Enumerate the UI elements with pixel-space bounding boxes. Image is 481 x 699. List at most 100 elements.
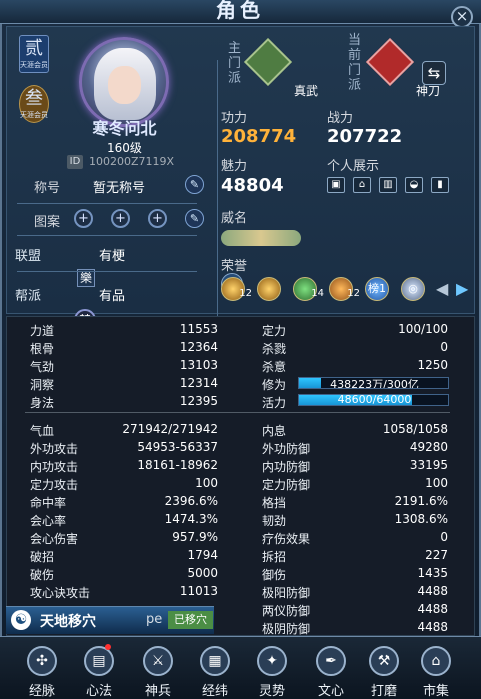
panel-divider [217,60,218,330]
nav-label: 市集 [422,684,449,699]
moved-status-badge[interactable]: 已移穴 [168,611,213,629]
nav-label: 文心 [317,684,344,699]
stat-label: 气血 [30,424,55,438]
stat-value: 49280 [409,440,448,454]
stat-label: 定力防御 [262,478,311,492]
combat-label: 战力 [327,111,354,126]
title-label: 称号 [34,181,61,196]
title-value: 暂无称号 [93,181,146,196]
honor-badge-count: 12 [347,288,360,299]
member-badge-char: 贰 [25,38,43,59]
honor-badge[interactable]: 榜1 [365,277,389,301]
honor-badge[interactable]: 12 [329,277,360,301]
bottom-nav [0,636,481,698]
stat-label: 韧劲 [262,514,287,528]
title-bar: 角色 × [0,0,481,28]
nav-button-0[interactable]: ✣ 经脉 [18,646,66,699]
stat-label: 攻心诀攻击 [30,586,91,600]
stat-label: 破伤 [30,568,55,582]
guild-value[interactable]: 有品 [99,285,125,304]
stat-value: 1308.6% [394,512,448,526]
chevron-right-icon[interactable]: ▶ [456,279,468,298]
member-badge-gold: 叁天涯会员 [19,85,49,123]
nav-label: 心法 [85,684,112,699]
stat-label: 极阳防御 [262,586,311,600]
stat-label: 身法 [30,396,55,410]
window-title: 角色 [216,0,264,22]
honor-badge[interactable]: ◎ [401,277,425,301]
honor-badge[interactable]: 14 [293,277,324,301]
stat-label: 疗伤效果 [262,532,311,546]
nav-button-1[interactable]: ▤ 心法 [75,644,123,699]
notification-dot [105,644,111,650]
stat-value: 100/100 [398,322,448,336]
stat-value: 13103 [179,358,218,372]
skill-name: 天地移穴 [40,614,96,630]
display-card-icon[interactable]: ▣ [327,177,345,193]
add-pattern-icon[interactable]: + [111,209,130,228]
honor-badge-count: 14 [311,288,324,299]
stat-value: 1250 [417,358,448,372]
stat-label: 定力攻击 [30,478,79,492]
nav-button-4[interactable]: ✦ 灵势 [248,646,296,699]
display-mount-icon[interactable]: ◒ [405,177,423,193]
vitality-text: 48600/64000 [337,394,412,406]
stat-value: 11553 [179,322,218,336]
stat-value: 1058/1058 [382,422,448,436]
charm-label: 魅力 [221,159,248,174]
nav-button-7[interactable]: ⌂ 市集 [412,646,460,699]
union-value[interactable]: 有梗 [99,245,125,264]
display-home-icon[interactable]: ⌂ [353,177,371,193]
main-sect-icon [243,37,293,87]
swap-sect-button[interactable]: ⇆ [422,61,446,85]
stats-divider [25,412,450,413]
current-sect-label: 当前门派 [348,33,362,93]
nav-button-2[interactable]: ⚔ 神兵 [134,646,182,699]
stat-label: 外功防御 [262,442,311,456]
stat-value: 227 [425,548,448,562]
stat-label: 会心率 [30,514,67,528]
member-badge: 贰天涯会员 [19,35,49,73]
nav-label: 灵势 [258,684,285,699]
honor-badge[interactable]: 12 [221,277,252,301]
nav-icon: ▤ [84,646,114,676]
add-pattern-icon[interactable]: + [148,209,167,228]
nav-icon: ✣ [27,646,57,676]
close-icon[interactable]: × [451,6,473,28]
player-id: 100200Z7119X [89,155,175,168]
stat-value: 0 [440,340,448,354]
current-sect-icon [365,37,415,87]
fame-badge[interactable] [221,230,301,246]
avatar-face [108,66,141,104]
stat-value: 100 [195,476,218,490]
cultivation-progress: 438223万/300亿 [298,377,449,389]
edit-pattern-icon[interactable]: ✎ [185,209,204,228]
nav-label: 神兵 [144,684,171,699]
vitality-progress: 48600/64000 [298,394,449,406]
nav-icon: ▦ [200,646,230,676]
edit-icon[interactable]: ✎ [185,175,204,194]
nav-button-6[interactable]: ⚒ 打磨 [360,646,408,699]
chevron-left-icon[interactable]: ◀ [436,279,448,298]
honor-label: 荣誉 [221,259,248,274]
stat-value: 957.9% [172,530,218,544]
stat-value: 100 [425,476,448,490]
stat-label: 内息 [262,424,287,438]
nav-button-5[interactable]: ✒ 文心 [307,646,355,699]
nav-button-3[interactable]: ▦ 经纬 [191,646,239,699]
yin-yang-icon: ☯ [11,610,31,630]
add-pattern-icon[interactable]: + [74,209,93,228]
stat-value: 2396.6% [164,494,218,508]
honor-badge[interactable] [257,277,281,301]
stat-label: 外功攻击 [30,442,79,456]
cultivation-text: 438223万/300亿 [330,378,419,389]
avatar[interactable] [79,37,169,127]
stat-value: 1474.3% [164,512,218,526]
stat-label: 气劲 [30,360,55,374]
stat-value: 11013 [179,584,218,598]
stat-value: 12314 [179,376,218,390]
display-building-icon[interactable]: ▥ [379,177,397,193]
display-outfit-icon[interactable]: ▮ [431,177,449,193]
nav-label: 经纬 [201,684,228,699]
stat-label: 极阴防御 [262,622,311,636]
